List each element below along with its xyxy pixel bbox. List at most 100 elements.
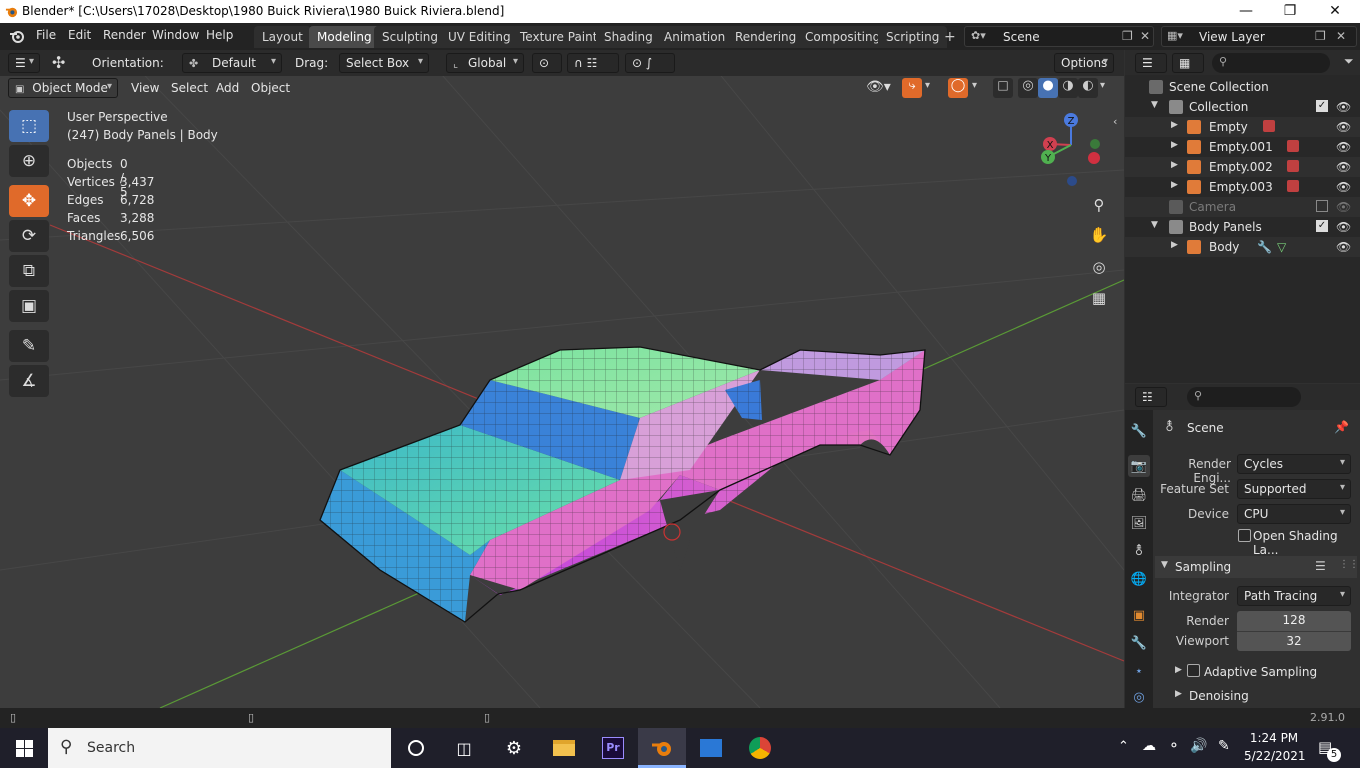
adaptive-sampling-checkbox[interactable] xyxy=(1187,664,1200,677)
cortana-icon[interactable] xyxy=(392,728,440,768)
tab-view-layer-icon[interactable]: 🖼 xyxy=(1128,512,1150,534)
pin-icon[interactable]: 📌 xyxy=(1334,420,1349,434)
copy-view-layer-icon[interactable]: ❐ xyxy=(1315,29,1326,43)
tab-texture-paint[interactable]: Texture Paint xyxy=(512,26,606,48)
viewport-menu-object[interactable]: Object xyxy=(251,81,290,95)
overlay-dropdown-icon[interactable]: ▾ xyxy=(972,80,977,91)
properties-search-input[interactable]: ⚲ xyxy=(1187,387,1301,407)
expand-arrow-icon[interactable]: ▶ xyxy=(1175,665,1182,675)
clock-time[interactable]: 1:24 PM xyxy=(1246,731,1302,745)
tab-animation[interactable]: Animation xyxy=(656,26,734,48)
include-checkbox[interactable] xyxy=(1316,200,1328,212)
task-view-icon[interactable]: ◫ xyxy=(440,728,488,768)
tool-measure[interactable]: ∡ xyxy=(9,365,49,397)
viewport-menu-view[interactable]: View xyxy=(131,81,159,95)
xray-toggle-icon[interactable]: □ xyxy=(993,78,1013,98)
sidebar-toggle-icon[interactable]: ‹ xyxy=(1113,115,1117,128)
expand-arrow-icon[interactable]: ▶ xyxy=(1171,120,1178,130)
outliner-row-empty-002[interactable]: ▶ Empty.002 👁 xyxy=(1125,157,1360,177)
mesh-data-icon[interactable]: ▽ xyxy=(1277,240,1286,254)
proportional-editing-dropdown[interactable]: ⊙ ∫ xyxy=(625,53,675,73)
tab-modeling[interactable]: Modeling xyxy=(309,26,380,48)
menu-edit[interactable]: Edit xyxy=(68,28,91,42)
gizmo-toggle-icon[interactable]: ⤷ xyxy=(902,78,922,98)
taskbar-search-box[interactable]: ⚲ Search xyxy=(48,728,391,768)
orientation-dropdown[interactable]: ✤ Default ▾ xyxy=(182,53,282,73)
editor-type-dropdown[interactable]: ☰ xyxy=(1135,53,1167,73)
menu-window[interactable]: Window xyxy=(152,28,199,42)
integrator-dropdown[interactable]: Path Tracing ▾ xyxy=(1237,586,1351,606)
tab-uv-editing[interactable]: UV Editing xyxy=(440,26,519,48)
tab-render-icon[interactable]: 📷 xyxy=(1128,455,1150,477)
feature-set-dropdown[interactable]: Supported ▾ xyxy=(1237,479,1351,499)
view-layer-selector[interactable]: ▦▾ View Layer ❐ ✕ xyxy=(1161,26,1357,47)
mode-dropdown[interactable]: ▣ Object Mode ▾ xyxy=(8,78,118,98)
eye-icon[interactable]: 👁 xyxy=(1336,240,1351,254)
tab-object-icon[interactable]: ▣ xyxy=(1128,604,1150,626)
shading-material-icon[interactable]: ◑ xyxy=(1058,78,1078,98)
outliner-row-camera[interactable]: Camera 👁 xyxy=(1125,197,1360,217)
eye-icon[interactable]: 👁 xyxy=(1336,100,1351,114)
properties-editor-type-dropdown[interactable]: ☷ xyxy=(1135,387,1167,407)
tab-scene-icon[interactable]: ⚨ xyxy=(1128,540,1150,562)
render-engine-dropdown[interactable]: Cycles ▾ xyxy=(1237,454,1351,474)
overlay-toggle-icon[interactable]: ◯ xyxy=(948,78,968,98)
drag-dropdown[interactable]: Select Box ▾ xyxy=(339,53,429,73)
include-checkbox[interactable]: ✓ xyxy=(1316,220,1328,232)
tool-transform[interactable]: ▣ xyxy=(9,290,49,322)
tab-output-icon[interactable]: 🖨 xyxy=(1128,484,1150,506)
shading-solid-icon[interactable]: ● xyxy=(1038,78,1058,98)
osl-checkbox[interactable] xyxy=(1238,529,1251,542)
tab-tool-icon[interactable]: 🔧 xyxy=(1128,420,1150,442)
viewport-menu-select[interactable]: Select xyxy=(171,81,208,95)
grid-ortho-icon[interactable]: ▦ xyxy=(1086,285,1112,311)
steam-icon[interactable]: ⚙ xyxy=(490,728,538,768)
remove-view-layer-icon[interactable]: ✕ xyxy=(1336,29,1346,43)
tab-world-icon[interactable]: 🌐 xyxy=(1128,568,1150,590)
eye-icon[interactable]: 👁 xyxy=(1336,180,1351,194)
eye-icon[interactable]: 👁 xyxy=(1336,140,1351,154)
copy-scene-icon[interactable]: ❐ xyxy=(1122,29,1133,43)
outliner-row-collection[interactable]: ▼ Collection ✓ 👁 xyxy=(1125,97,1360,117)
menu-render[interactable]: Render xyxy=(103,28,146,42)
gizmo-dropdown-icon[interactable]: ▾ xyxy=(925,80,930,91)
menu-help[interactable]: Help xyxy=(206,28,233,42)
expand-arrow-icon[interactable]: ▶ xyxy=(1171,180,1178,190)
windows-start-icon[interactable] xyxy=(0,728,48,768)
tool-rotate[interactable]: ⟳ xyxy=(9,220,49,252)
photos-icon[interactable] xyxy=(687,728,735,768)
shading-wireframe-icon[interactable]: ◎ xyxy=(1018,78,1038,98)
tab-rendering[interactable]: Rendering xyxy=(727,26,805,48)
tab-modifiers-icon[interactable]: 🔧 xyxy=(1128,632,1150,654)
chrome-icon[interactable] xyxy=(736,728,784,768)
pan-hand-icon[interactable]: ✋ xyxy=(1086,222,1112,248)
options-dropdown[interactable]: Options ▾ xyxy=(1054,53,1114,73)
expand-arrow-icon[interactable]: ▼ xyxy=(1151,220,1158,230)
add-workspace-icon[interactable]: + xyxy=(944,29,956,45)
minimize-button[interactable]: — xyxy=(1223,0,1269,23)
expand-arrow-icon[interactable]: ▶ xyxy=(1171,240,1178,250)
navigation-gizmo[interactable]: Z X Y xyxy=(1036,110,1106,190)
outliner-row-body[interactable]: ▶ Body 🔧 ▽ 👁 xyxy=(1125,237,1360,257)
tool-cursor[interactable]: ⊕ xyxy=(9,145,49,177)
pen-workspace-icon[interactable]: ✎ xyxy=(1218,738,1230,754)
include-checkbox[interactable]: ✓ xyxy=(1316,100,1328,112)
device-dropdown[interactable]: CPU ▾ xyxy=(1237,504,1351,524)
menu-file[interactable]: File xyxy=(36,28,56,42)
viewport-samples-field[interactable]: 32 xyxy=(1237,631,1351,651)
eye-icon[interactable]: 👁 xyxy=(1336,160,1351,174)
tab-shading[interactable]: Shading xyxy=(596,26,661,48)
expand-arrow-icon[interactable]: ▶ xyxy=(1171,140,1178,150)
zoom-icon[interactable]: ⚲ xyxy=(1086,192,1112,218)
clock-date[interactable]: 5/22/2021 xyxy=(1244,749,1306,763)
tool-move[interactable]: ✥ xyxy=(9,185,49,217)
tab-physics-icon[interactable]: ◎ xyxy=(1128,686,1150,708)
display-mode-dropdown[interactable]: ▦ xyxy=(1172,53,1204,73)
remove-scene-icon[interactable]: ✕ xyxy=(1140,29,1150,43)
viewport-menu-add[interactable]: Add xyxy=(216,81,239,95)
close-button[interactable]: ✕ xyxy=(1312,0,1358,23)
visibility-eye-icon[interactable]: 👁▾ xyxy=(866,79,891,95)
outliner-row-scene-collection[interactable]: Scene Collection xyxy=(1125,77,1360,97)
snapping-dropdown[interactable]: ∩ ☷ xyxy=(567,53,619,73)
move-tool-icon[interactable]: ✣ xyxy=(52,53,65,72)
